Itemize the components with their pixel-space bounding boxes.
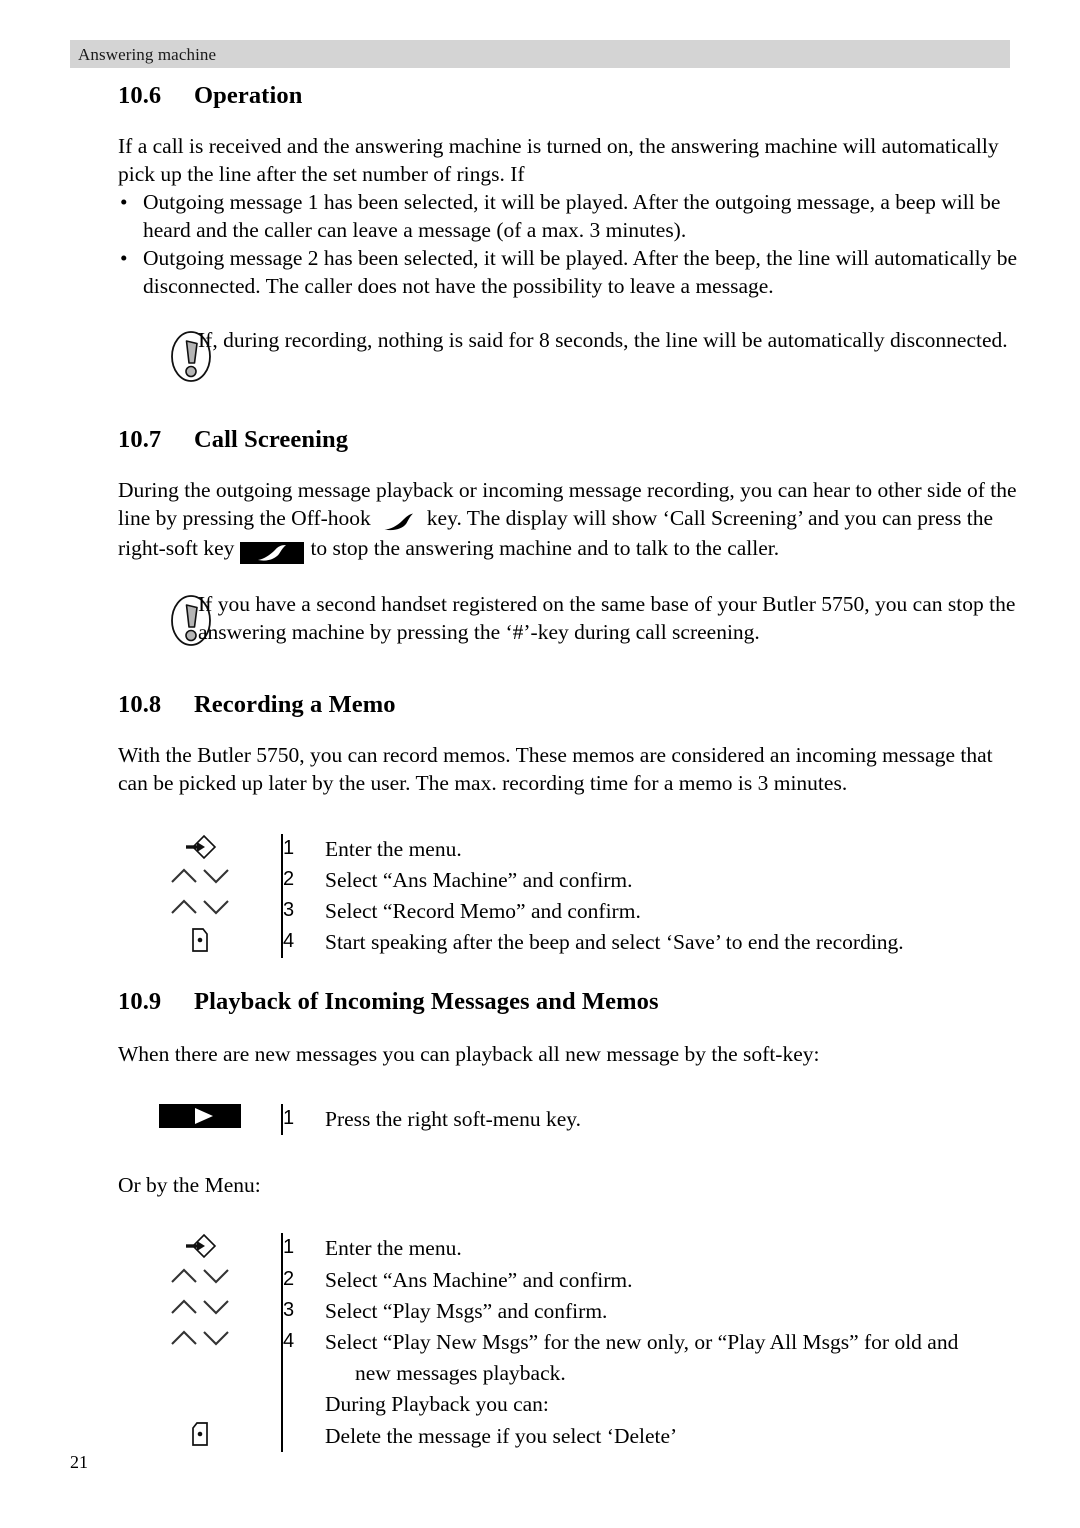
list-item-text: Outgoing message 2 has been selected, it… xyxy=(143,246,1018,299)
list-item: • Outgoing message 1 has been selected, … xyxy=(118,188,1018,244)
step-text-continued: new messages playback. xyxy=(355,1361,566,1386)
step-text: Select “Ans Machine” and confirm. xyxy=(325,1267,633,1292)
menu-key-icon xyxy=(182,1234,218,1259)
step-text: Start speaking after the beep and select… xyxy=(325,930,904,955)
or-by-the-menu-label: Or by the Menu: xyxy=(118,1173,261,1198)
section-number: 10.6 xyxy=(118,82,162,109)
step-number: 1 xyxy=(281,1233,325,1265)
exclamation-in-circle-icon xyxy=(118,326,211,383)
table-row: 3 Select “Play Msgs” and confirm. xyxy=(118,1295,1018,1327)
left-softkey-icon xyxy=(190,1421,210,1446)
table-row: new messages playback. xyxy=(118,1358,1018,1390)
section-title: Playback of Incoming Messages and Memos xyxy=(194,988,659,1016)
step-number: 3 xyxy=(281,1295,325,1327)
section-title: Operation xyxy=(194,82,303,109)
step-number-spacer xyxy=(281,1420,325,1452)
up-down-arrows-icon xyxy=(169,1330,231,1347)
note-text: If, during recording, nothing is said fo… xyxy=(198,328,1008,353)
running-header-text: Answering machine xyxy=(78,44,217,64)
table-row: 4 Start speaking after the beep and sele… xyxy=(118,927,1018,959)
table-row: 2 Select “Ans Machine” and confirm. xyxy=(118,864,1018,896)
step-key-cell xyxy=(118,927,282,958)
step-text: Select “Record Memo” and confirm. xyxy=(325,898,641,923)
table-row: During Playback you can: xyxy=(118,1389,1018,1421)
step-text: Enter the menu. xyxy=(325,1236,462,1261)
phone-handset-icon xyxy=(371,506,427,534)
step-number: 2 xyxy=(281,1264,325,1296)
operation-bullet-list: • Outgoing message 1 has been selected, … xyxy=(118,188,1018,300)
delete-row-text: Delete the message if you select ‘Delete… xyxy=(325,1423,678,1448)
table-row: 4 Select “Play New Msgs” for the new onl… xyxy=(118,1326,1018,1359)
table-row: 1 Enter the menu. xyxy=(118,1233,1018,1265)
play-softkey-icon xyxy=(158,1104,241,1129)
step-number: 4 xyxy=(281,927,325,959)
section-heading-call-screening: 10.7 Call Screening xyxy=(118,426,1018,454)
step-key-cell xyxy=(118,1327,282,1358)
step-key-cell xyxy=(118,834,282,865)
step-text: Select “Ans Machine” and confirm. xyxy=(325,867,633,892)
list-item-text: Outgoing message 1 has been selected, it… xyxy=(143,190,1001,243)
recording-memo-intro: With the Butler 5750, you can record mem… xyxy=(118,743,993,796)
step-text: Enter the menu. xyxy=(325,836,462,861)
step-key-cell xyxy=(118,1358,282,1389)
call-screening-paragraph: During the outgoing message playback or … xyxy=(118,476,1018,565)
playback-menu-steps-table: 1 Enter the menu. 2 Select “Ans Machine”… xyxy=(118,1233,1018,1452)
step-number: 2 xyxy=(281,864,325,896)
step-number: 1 xyxy=(281,833,325,865)
step-key-cell xyxy=(118,1265,282,1296)
up-down-arrows-icon xyxy=(169,1267,231,1284)
step-key-cell xyxy=(118,865,282,896)
section-heading-playback: 10.9 Playback of Incoming Messages and M… xyxy=(118,988,1018,1016)
note-text: If you have a second handset registered … xyxy=(198,592,1016,645)
step-number: 4 xyxy=(281,1326,325,1359)
menu-key-icon xyxy=(182,834,218,859)
running-header: Answering machine xyxy=(70,40,1010,68)
exclamation-in-circle-icon xyxy=(118,590,211,647)
step-text: Select “Play New Msgs” for the new only,… xyxy=(325,1329,959,1354)
step-key-cell xyxy=(118,1296,282,1327)
table-row: Delete the message if you select ‘Delete… xyxy=(118,1420,1018,1452)
right-softkey-icon xyxy=(190,928,210,952)
page-content: 10.6 Operation If a call is received and… xyxy=(118,80,1018,1452)
section-number: 10.8 xyxy=(118,691,162,719)
bullet-glyph: • xyxy=(120,190,128,215)
page-number: 21 xyxy=(70,1452,88,1472)
document-page: Answering machine 10.6 Operation If a ca… xyxy=(0,0,1080,1528)
step-key-cell xyxy=(118,1233,282,1264)
section-heading-recording-memo: 10.8 Recording a Memo xyxy=(118,691,1018,719)
section-number: 10.7 xyxy=(118,426,162,454)
note-callout-call-screening: If you have a second handset registered … xyxy=(118,590,1018,647)
step-number: 3 xyxy=(281,895,325,928)
step-number-spacer xyxy=(281,1358,325,1390)
list-item: • Outgoing message 2 has been selected, … xyxy=(118,244,1018,300)
recording-memo-steps-table: 1 Enter the menu. 2 Select “Ans Machine”… xyxy=(118,833,1018,959)
during-playback-label: During Playback you can: xyxy=(325,1392,549,1417)
step-text: Press the right soft-menu key. xyxy=(325,1107,581,1132)
step-text: Select “Play Msgs” and confirm. xyxy=(325,1298,608,1323)
call-screening-text-part-3: to stop the answering machine and to tal… xyxy=(310,536,780,561)
table-row: 1 Press the right soft-menu key. xyxy=(118,1104,1018,1136)
note-callout-operation: If, during recording, nothing is said fo… xyxy=(118,326,1018,383)
step-key-cell xyxy=(118,1104,282,1135)
playback-intro: When there are new messages you can play… xyxy=(118,1042,820,1067)
bullet-glyph: • xyxy=(120,246,128,271)
step-key-cell xyxy=(118,1389,282,1420)
step-number: 1 xyxy=(281,1104,325,1136)
table-row: 3 Select “Record Memo” and confirm. xyxy=(118,895,1018,928)
up-down-arrows-icon xyxy=(169,1298,231,1315)
operation-intro-paragraph: If a call is received and the answering … xyxy=(118,134,999,187)
playback-softkey-steps-table: 1 Press the right soft-menu key. xyxy=(118,1104,1018,1136)
section-title: Recording a Memo xyxy=(194,691,396,719)
softkey-handset-icon xyxy=(234,537,310,565)
up-down-arrows-icon xyxy=(169,867,231,884)
step-key-cell xyxy=(118,1421,282,1452)
section-title: Call Screening xyxy=(194,426,349,454)
table-row: 1 Enter the menu. xyxy=(118,833,1018,865)
table-row: 2 Select “Ans Machine” and confirm. xyxy=(118,1264,1018,1296)
step-number-spacer xyxy=(281,1389,325,1421)
up-down-arrows-icon xyxy=(169,899,231,916)
section-number: 10.9 xyxy=(118,988,162,1016)
section-heading-operation: 10.6 Operation xyxy=(118,82,1018,110)
step-key-cell xyxy=(118,896,282,927)
